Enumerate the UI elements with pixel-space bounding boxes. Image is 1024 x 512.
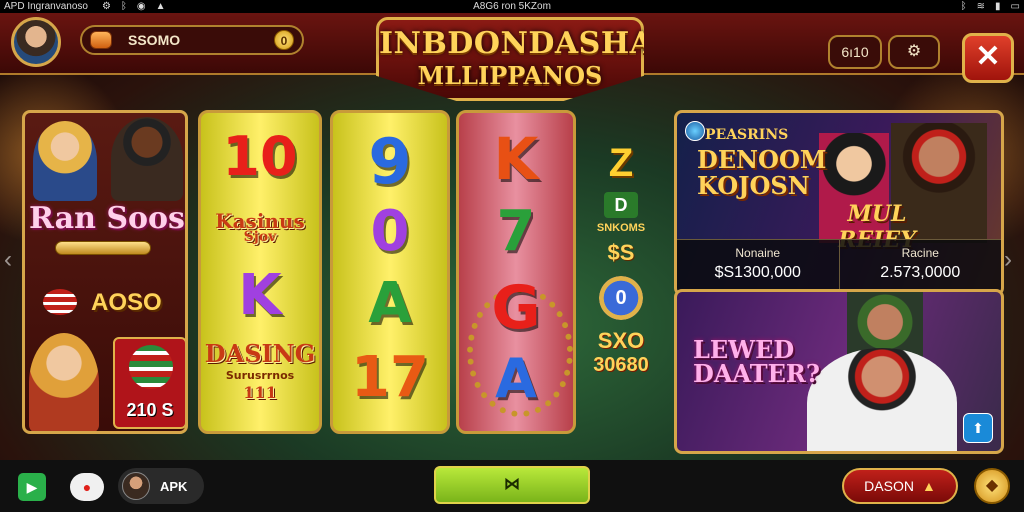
reel-symbol: 17 — [351, 345, 429, 410]
balance-amount: SSOMO — [128, 32, 181, 48]
card-title-line-2: KOJOSN — [697, 171, 810, 200]
logo-line-2: MLLIPPANOS — [417, 61, 603, 90]
card-title: LEWED DAATER? — [693, 338, 820, 386]
character-man-waving — [807, 348, 957, 451]
card-title-line-1: DENOOM — [697, 145, 827, 174]
dason-label: DASON — [864, 478, 914, 494]
stat-racine: Racine 2.573,0000 — [838, 240, 1002, 293]
eye-icon: ◉ — [136, 1, 146, 12]
side-label: SXO — [597, 328, 645, 353]
coin-disc-icon: 0 — [599, 276, 643, 320]
settings-icon: ⚙ — [101, 1, 111, 12]
bottom-bar: ▶ ● APK ⋈ DASON ▲ ◆ — [0, 460, 1024, 512]
close-button[interactable]: ✕ — [962, 33, 1014, 83]
bluetooth-icon: ᛒ — [960, 1, 967, 12]
signal-icon: ▮ — [995, 1, 1001, 12]
stat-nonaine: Nonaine $S1300,000 — [677, 240, 839, 293]
play-store-icon[interactable]: ▶ — [18, 473, 46, 501]
reel-symbol: 0 — [370, 199, 410, 264]
reel-symbol: A — [368, 271, 412, 336]
apk-label: APK — [160, 478, 188, 494]
chips-icon — [43, 289, 77, 315]
player-avatar[interactable] — [11, 17, 61, 67]
reel-3[interactable]: K 7 G A — [456, 110, 576, 434]
apk-button[interactable]: APK — [118, 468, 204, 504]
wifi-icon: ≋ — [976, 1, 986, 12]
left-panel-title: Ran Soos — [29, 201, 185, 236]
counter-button[interactable]: 6ı10 — [828, 35, 882, 69]
promo-card-top[interactable]: PEASRINS DENOOM KOJOSN MUL REIEY Nonaine… — [674, 110, 1004, 296]
character-woman — [33, 121, 97, 201]
coin-icon: ◆ — [985, 477, 999, 494]
nav-right-arrow[interactable]: › — [1004, 246, 1012, 274]
gear-icon: ⚙ — [906, 43, 922, 60]
stat-label: Racine — [901, 246, 939, 260]
d-symbol: D — [604, 192, 638, 218]
spin-button[interactable]: ⋈ — [434, 466, 590, 504]
z-symbol: Z — [608, 141, 634, 185]
reel-symbol: G — [491, 273, 541, 343]
tile-value: 210 S — [126, 400, 174, 420]
reel-symbol: DASING — [204, 339, 316, 368]
gold-menu-button[interactable]: ◆ — [974, 468, 1010, 504]
chip-stack-icon — [129, 345, 173, 389]
promo-card-bottom[interactable]: LEWED DAATER? ⬆ — [674, 289, 1004, 454]
side-label: SNKOMS — [596, 222, 646, 234]
nav-left-arrow[interactable]: ‹ — [4, 246, 12, 274]
side-symbol-column: Z D SNKOMS $S 0 SXO 30680 — [582, 141, 660, 411]
add-coins-icon[interactable]: 0 — [274, 30, 294, 50]
card-title: DENOOM KOJOSN — [697, 147, 826, 199]
coin-icon — [90, 31, 112, 49]
reel-symbol: 7 — [496, 199, 536, 264]
dason-button[interactable]: DASON ▲ — [842, 468, 958, 504]
character-woman-2 — [29, 333, 99, 431]
status-text: APD Ingranvanoso — [4, 1, 88, 12]
stat-value: $S1300,000 — [714, 264, 801, 281]
gold-bar — [55, 241, 151, 255]
reel-symbol: 9 — [368, 125, 412, 198]
reel-2[interactable]: 9 0 A 17 — [330, 110, 450, 434]
side-label: $S — [607, 240, 635, 265]
reel-symbol: K — [238, 263, 282, 328]
side-label: 30680 — [593, 354, 649, 376]
chip-stack-tile[interactable]: 210 S — [113, 337, 185, 429]
status-bar: APD Ingranvanoso ⚙ ᛒ ◉ ▲ A8G6 ron 5KZom … — [0, 0, 1024, 13]
left-promo-panel[interactable]: Ran Soos AOSO 210 S — [22, 110, 188, 434]
settings-button[interactable]: ⚙ — [888, 35, 940, 69]
bell-icon: ▲ — [921, 478, 936, 494]
chat-icon[interactable]: ● — [70, 473, 104, 501]
stat-label: Nonaine — [735, 246, 781, 260]
game-logo: INBDONDASHA MLLIPPANOS — [376, 17, 644, 101]
character-man — [111, 117, 183, 201]
reel-symbol: Surusrrnos — [225, 369, 295, 382]
balance-bar[interactable]: SSOMO 0 — [80, 25, 304, 55]
triangle-icon: ▲ — [155, 1, 166, 12]
bluetooth-icon: ᛒ — [120, 1, 127, 12]
logo-line-1: INBDONDASHA — [379, 26, 654, 61]
reel-symbol: 10 — [222, 125, 298, 188]
reel-symbol: K — [493, 125, 539, 193]
reel-1[interactable]: 10 Kasinus Sjov K DASING Surusrrnos 111 — [198, 110, 322, 434]
card-stats: Nonaine $S1300,000 Racine 2.573,0000 — [677, 239, 1001, 293]
status-icons: ⚙ ᛒ ◉ ▲ — [102, 0, 166, 13]
stat-value: 2.573,0000 — [880, 264, 961, 281]
card-title-line-2: DAATER? — [693, 359, 820, 388]
avatar — [122, 472, 150, 500]
left-panel-score: AOSO — [91, 289, 162, 316]
status-right-icons: ᛒ ≋ ▮ ▭ — [961, 0, 1020, 13]
battery-icon: ▭ — [1010, 1, 1020, 12]
share-button[interactable]: ⬆ — [963, 413, 993, 443]
reel-symbol: Sjov — [243, 229, 277, 245]
reel-symbol: A — [495, 347, 537, 410]
badge-icon — [685, 121, 705, 141]
reel-symbol: 111 — [243, 383, 277, 402]
game-scene: SSOMO 0 6ı10 ⚙ ✕ INBDONDASHA MLLIPPANOS … — [0, 13, 1024, 460]
card-subtitle: PEASRINS — [705, 127, 789, 143]
